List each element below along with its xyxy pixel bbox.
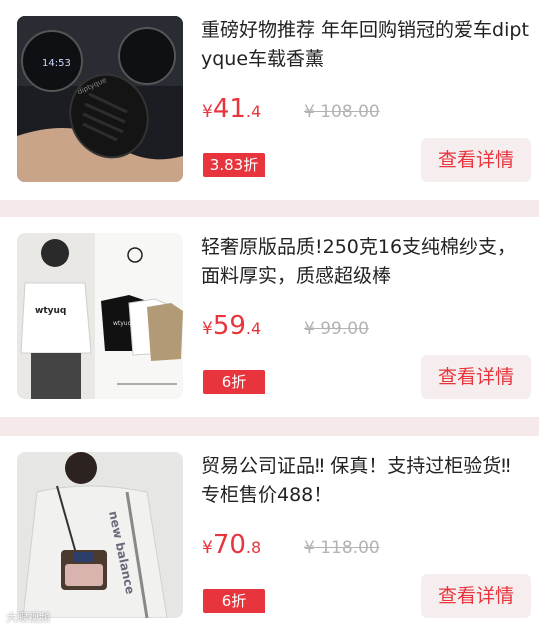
product-title[interactable]: 贸易公司证品‼ 保真！支持过柜验货‼ 专柜售价488！: [201, 452, 531, 510]
svg-text:14:53: 14:53: [42, 58, 71, 69]
view-details-button[interactable]: 查看详情: [421, 574, 531, 618]
product-card[interactable]: new balance 贸易公司证品‼ 保真！支持过柜验货‼ 专柜售价488！ …: [0, 436, 539, 630]
product-card[interactable]: 14:53 diptyque 重磅好物推荐 年年回购销冠的爱车diptyque车…: [0, 0, 539, 200]
original-price: ¥ 108.00: [304, 102, 380, 122]
price-integer: 41: [212, 94, 246, 124]
product-title[interactable]: 重磅好物推荐 年年回购销冠的爱车diptyque车载香薰: [201, 16, 531, 74]
discount-badge: 6折: [203, 589, 265, 613]
current-price: ¥70.8: [202, 530, 261, 560]
svg-text:wtyuq: wtyuq: [113, 320, 132, 327]
price-currency: ¥: [202, 102, 213, 122]
price-decimal: .8: [245, 538, 262, 557]
price-currency: ¥: [202, 319, 213, 339]
product-image-label: wtyuq: [35, 306, 66, 316]
view-details-button[interactable]: 查看详情: [421, 138, 531, 182]
current-price: ¥59.4: [202, 311, 261, 341]
discount-badge: 6折: [203, 370, 265, 394]
watermark: 大眼视频: [6, 611, 50, 624]
view-details-button[interactable]: 查看详情: [421, 355, 531, 399]
original-price: ¥ 118.00: [304, 538, 380, 558]
product-title[interactable]: 轻奢原版品质!250克16支纯棉纱支，面料厚实，质感超级棒: [201, 233, 531, 291]
price-decimal: .4: [245, 319, 262, 338]
product-image[interactable]: wtyuq wtyuq: [17, 233, 183, 399]
price-decimal: .4: [245, 102, 262, 121]
original-price: ¥ 99.00: [304, 319, 369, 339]
price-integer: 59: [212, 311, 246, 341]
product-image[interactable]: 14:53 diptyque: [17, 16, 183, 182]
product-card[interactable]: wtyuq wtyuq 轻奢原版品质!250克16支纯棉纱支，面料厚实，质感超级…: [0, 217, 539, 417]
discount-badge: 3.83折: [203, 153, 265, 177]
price-integer: 70: [212, 530, 246, 560]
current-price: ¥41.4: [202, 94, 261, 124]
product-image[interactable]: new balance: [17, 452, 183, 618]
price-currency: ¥: [202, 538, 213, 558]
